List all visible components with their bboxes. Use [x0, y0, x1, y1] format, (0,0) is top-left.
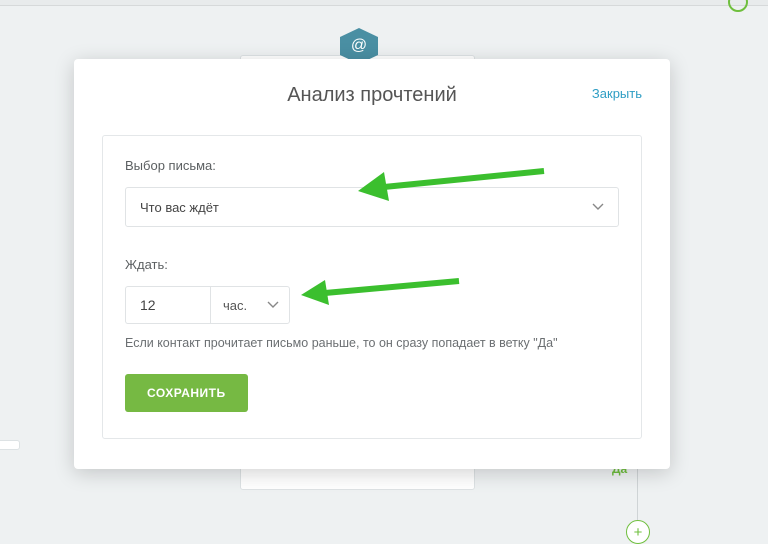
wait-unit-value: час.	[223, 298, 247, 313]
chevron-down-icon	[267, 301, 279, 309]
wait-row: час.	[125, 286, 619, 324]
letter-select-value: Что вас ждёт	[140, 200, 219, 215]
modal-header: Анализ прочтений Закрыть	[102, 84, 642, 107]
modal-body: Выбор письма: Что вас ждёт Ждать: час. Е…	[102, 135, 642, 439]
hint-text: Если контакт прочитает письмо раньше, то…	[125, 336, 619, 350]
read-analysis-modal: Анализ прочтений Закрыть Выбор письма: Ч…	[74, 59, 670, 469]
modal-title: Анализ прочтений	[102, 84, 642, 107]
letter-label: Выбор письма:	[125, 158, 619, 173]
letter-select[interactable]: Что вас ждёт	[125, 187, 619, 227]
wait-unit-select[interactable]: час.	[210, 286, 290, 324]
wait-label: Ждать:	[125, 257, 619, 272]
save-button[interactable]: СОХРАНИТЬ	[125, 374, 248, 412]
chevron-down-icon	[592, 203, 604, 211]
modal-close-link[interactable]: Закрыть	[592, 86, 642, 101]
wait-amount-input[interactable]	[125, 286, 210, 324]
